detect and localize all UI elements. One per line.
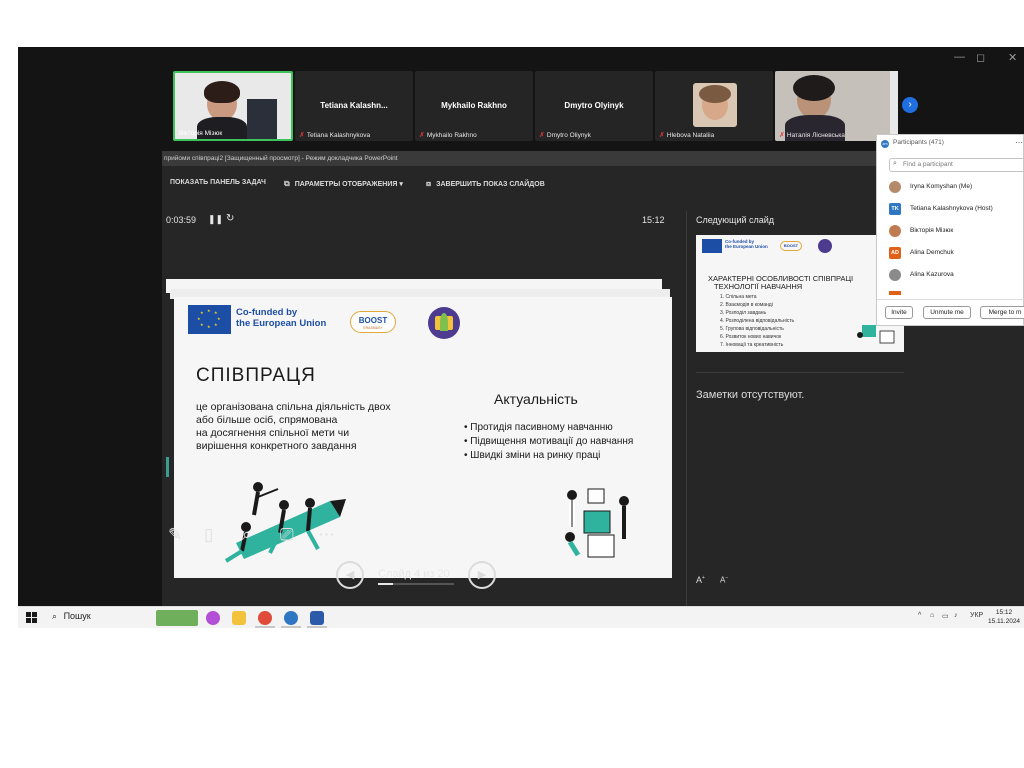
pause-icon[interactable]: ❚❚ [208,214,223,225]
slide-definition: це організована спільна діяльність двох … [196,401,391,452]
battery-icon[interactable]: ▭ [942,612,949,620]
see-all-slides-icon[interactable]: ▯ [204,525,213,545]
zoom-icon: zm [881,140,889,148]
participant-name: Mykhailo Rakhno [426,132,477,139]
windows-taskbar: ⌕ Пошук ^ ⌂ ▭ ♪ УКР 15:12 15.11.2024 [18,606,1024,628]
merge-button[interactable]: Merge to m [980,306,1024,319]
slide-progress-track [378,583,454,585]
search-icon: ⌕ [52,611,58,621]
slide-counter: Слайд 4 из 20 [378,568,450,580]
team-pencil-illustration [224,482,346,563]
search-icon: ⌕ [893,160,897,167]
end-show-icon: ⧈ [426,179,432,188]
slide-progress-fill [378,583,394,585]
participants-panel: zm Participants (471) ⋯ ⌕ Find a partici… [876,134,1024,326]
next-slide-thumbnail[interactable]: Co-funded by the European Union BOOST ХА… [696,235,904,352]
partial-avatar [889,291,901,295]
zoom-meeting-window: — ◻ ✕ Вікторія Мізюк Tetiana Kalashn... … [18,47,1024,628]
eu-logo-text-line1: Co-funded by [236,307,298,318]
video-tile-5[interactable]: ✗ Hlebova Nataliia [655,71,773,141]
avatar [889,181,901,193]
boost-logo: BOOST [780,241,802,251]
next-slide-list: 1. Спільна мета 2. Взаємодія в команді 3… [720,294,795,348]
participant-name: Hlebova Nataliia [666,132,715,139]
panel-menu-icon[interactable]: ⋯ [1015,138,1023,147]
more-options-icon[interactable]: ⋯ [318,525,335,545]
avatar [889,225,901,237]
video-tile-2[interactable]: Tetiana Kalashn... ✗ Tetiana Kalashnykova [295,71,413,141]
reset-timer-icon[interactable]: ↻ [226,213,234,224]
video-tile-1[interactable]: Вікторія Мізюк [173,71,293,141]
relevance-bullets: • Протидія пасивному навчанню • Підвищен… [464,422,634,461]
avatar: TK [889,203,901,215]
decrease-font-icon[interactable]: A− [720,575,728,585]
zoom-icon[interactable]: ⌕ [242,525,252,545]
minimize-icon[interactable]: — [954,51,965,63]
video-tile-4[interactable]: Dmytro Olyinyk ✗ Dmytro Oliynyk [535,71,653,141]
close-icon[interactable]: ✕ [1008,51,1017,64]
eu-logo-text-line2: the European Union [236,318,327,329]
taskbar-search[interactable]: ⌕ Пошук [52,611,91,622]
camera-icon[interactable]: ⎚ [280,525,294,545]
participant-name: Tetiana Kalashnykova [306,132,371,139]
participant-display-name: Dmytro Olyinyk [564,101,624,110]
input-language[interactable]: УКР [970,612,983,619]
unmute-me-button[interactable]: Unmute me [923,306,971,319]
elapsed-timer: 0:03:59 [166,215,197,225]
word-icon[interactable] [310,611,324,625]
participants-header: Participants (471) [893,139,944,146]
next-slide-label: Следующий слайд [696,215,775,225]
mic-muted-icon: ✗ [419,132,425,139]
invite-button[interactable]: Invite [885,306,913,319]
mic-muted-icon: ✗ [539,132,545,139]
boost-logo: BOOST ERASMUS+ [350,311,396,333]
participant-search-input[interactable]: ⌕ Find a participant [889,158,1024,172]
monitor-icon: ⧉ [284,179,290,188]
next-slide-subtitle: ТЕХНОЛОГІЇ НАВЧАННЯ [714,282,803,291]
school-emblem-logo [818,239,832,253]
weather-widget-icon[interactable] [156,610,198,626]
pen-icon[interactable]: ✎ [168,525,182,545]
volume-icon[interactable]: ♪ [954,612,958,619]
show-taskbar-button[interactable]: ПОКАЗАТЬ ПАНЕЛЬ ЗАДАЧ [170,179,266,186]
panel-divider [890,71,898,141]
avatar [889,269,901,281]
windows-start-icon[interactable] [26,612,37,623]
participant-display-name: Tetiana Kalashn... [320,101,388,110]
tray-chevron-icon[interactable]: ^ [918,612,921,619]
previous-slide-button[interactable]: ◀ [336,561,364,589]
mic-muted-icon: ✗ [299,132,305,139]
slide-title: СПІВПРАЦЯ [196,365,316,386]
next-participants-button[interactable]: › [902,97,918,113]
eu-logo-text-line2: the European Union [725,244,768,249]
participant-photo [693,83,737,127]
avatar: AD [889,247,901,259]
copilot-icon[interactable] [206,611,220,625]
speaker-notes: Заметки отсутствуют. [696,389,805,401]
next-slide-button[interactable]: ▶ [468,561,496,589]
participant-name: Вікторія Мізюк [179,130,223,137]
participant-display-name: Mykhailo Rakhno [441,101,507,110]
file-explorer-icon[interactable] [232,611,246,625]
restore-icon[interactable]: ◻ [976,51,985,64]
participant-name: Dmytro Oliynyk [546,132,591,139]
school-emblem-logo [428,307,460,339]
video-tile-6[interactable]: ✗ Наталія Лісневська [775,71,895,141]
participant-name: Наталія Лісневська [786,132,845,139]
teamwork-boxes-illustration [565,488,629,558]
clock-date[interactable]: 15:12 15.11.2024 [988,608,1020,626]
increase-font-icon[interactable]: A+ [696,575,705,585]
zoom-app-icon[interactable] [284,611,298,625]
eu-flag-logo: ★ ★ ★ ★ ★ ★ ★ ★ [188,305,231,334]
relevance-title: Актуальність [494,391,578,407]
network-icon[interactable]: ⌂ [930,612,934,619]
clock: 15:12 [642,215,665,225]
mic-muted-icon: ✗ [779,132,785,139]
end-show-button[interactable]: ⧈ ЗАВЕРШИТЬ ПОКАЗ СЛАЙДОВ [426,179,545,189]
display-settings-button[interactable]: ⧉ ПАРАМЕТРЫ ОТОБРАЖЕНИЯ ▾ [284,179,403,189]
chrome-icon[interactable] [258,611,272,625]
mic-muted-icon: ✗ [659,132,665,139]
eu-flag-logo [702,239,722,253]
video-tile-3[interactable]: Mykhailo Rakhno ✗ Mykhailo Rakhno [415,71,533,141]
